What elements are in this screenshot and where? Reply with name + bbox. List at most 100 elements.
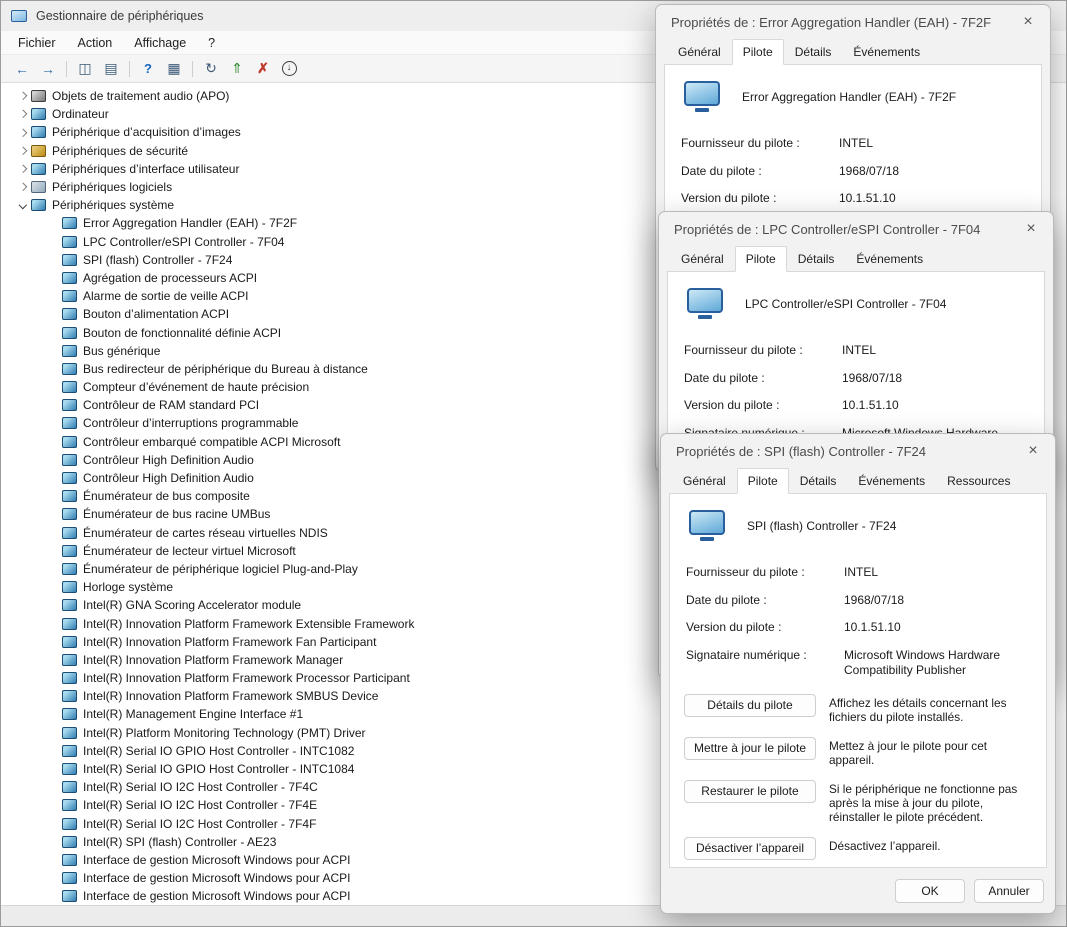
- tree-item-label: Intel(R) Innovation Platform Framework P…: [83, 671, 410, 685]
- system-device-icon: [62, 872, 77, 884]
- tab-evenements[interactable]: Événements: [842, 39, 931, 65]
- chevron-right-icon[interactable]: [14, 111, 31, 117]
- tree-item-label: Intel(R) Management Engine Interface #1: [83, 707, 303, 721]
- system-device-icon: [62, 217, 77, 229]
- desactiver-l-appareil-button[interactable]: Désactiver l’appareil: [684, 837, 816, 860]
- tab-details[interactable]: Détails: [784, 39, 843, 65]
- chevron-right-icon[interactable]: [14, 93, 31, 99]
- system-device-icon: [62, 654, 77, 666]
- details-du-pilote-button[interactable]: Détails du pilote: [684, 694, 816, 717]
- tab-evenements[interactable]: Événements: [847, 468, 936, 494]
- restaurer-le-pilote-button[interactable]: Restaurer le pilote: [684, 780, 816, 803]
- console-tree-icon[interactable]: ◫: [74, 58, 96, 80]
- system-device-icon: [62, 508, 77, 520]
- field-label: Fournisseur du pilote :: [686, 565, 836, 581]
- driver-actions: Détails du pilote Affichez les détails co…: [684, 694, 1032, 868]
- tree-item-label: Énumérateur de cartes réseau virtuelles …: [83, 526, 328, 540]
- tree-item-label: Bouton de fonctionnalité définie ACPI: [83, 326, 281, 340]
- forward-icon[interactable]: →: [37, 58, 59, 80]
- tree-item-label: Intel(R) Innovation Platform Framework F…: [83, 635, 376, 649]
- device-header: SPI (flash) Controller - 7F24: [684, 504, 1032, 559]
- system-device-icon: [62, 672, 77, 684]
- device-name: SPI (flash) Controller - 7F24: [747, 519, 896, 533]
- system-devices-icon: [31, 199, 46, 211]
- tab-general[interactable]: Général: [670, 246, 735, 272]
- chevron-down-icon[interactable]: [14, 202, 31, 208]
- tab-pilote[interactable]: Pilote: [732, 39, 784, 65]
- driver-tab-page: SPI (flash) Controller - 7F24 Fournisseu…: [669, 493, 1047, 868]
- driver-action-row: Mettre à jour le piloteMettez à jour le …: [684, 737, 1032, 768]
- ok-button[interactable]: OK: [895, 879, 965, 903]
- update-driver-icon[interactable]: ⇑: [226, 58, 248, 80]
- cancel-button[interactable]: Annuler: [974, 879, 1044, 903]
- dialog-title: Propriétés de : LPC Controller/eSPI Cont…: [674, 222, 980, 237]
- close-icon[interactable]: ×: [1019, 439, 1047, 463]
- uninstall-device-icon[interactable]: ✗: [252, 58, 274, 80]
- tree-item-label: LPC Controller/eSPI Controller - 7F04: [83, 235, 284, 249]
- tree-item-label: Énumérateur de périphérique logiciel Plu…: [83, 562, 358, 576]
- back-icon[interactable]: ←: [11, 58, 33, 80]
- menu-action[interactable]: Action: [67, 34, 124, 52]
- tree-item-label: Périphériques de sécurité: [52, 144, 188, 158]
- system-device-icon: [62, 527, 77, 539]
- tree-item-label: SPI (flash) Controller - 7F24: [83, 253, 232, 267]
- tab-general[interactable]: Général: [672, 468, 737, 494]
- driver-fields: Fournisseur du pilote :INTELDate du pilo…: [684, 559, 1032, 681]
- driver-action-description: Désactivez l’appareil.: [829, 837, 940, 853]
- tab-ressources[interactable]: Ressources: [936, 468, 1021, 494]
- tab-pilote[interactable]: Pilote: [735, 246, 787, 272]
- chevron-right-icon[interactable]: [14, 184, 31, 190]
- field-label: Fournisseur du pilote :: [684, 343, 834, 359]
- tab-details[interactable]: Détails: [789, 468, 848, 494]
- field-label: Version du pilote :: [686, 620, 836, 636]
- disable-device-icon[interactable]: ↓: [278, 58, 300, 80]
- toolbar-separator: [192, 61, 193, 77]
- field-label: Version du pilote :: [681, 191, 831, 207]
- menu-affichage[interactable]: Affichage: [123, 34, 197, 52]
- tab-details[interactable]: Détails: [787, 246, 846, 272]
- tab-evenements[interactable]: Événements: [845, 246, 934, 272]
- export-list-icon[interactable]: ▤: [100, 58, 122, 80]
- field-label: Date du pilote :: [681, 164, 831, 180]
- tree-item-label: Horloge système: [83, 580, 173, 594]
- tree-item-label: Intel(R) Innovation Platform Framework M…: [83, 653, 343, 667]
- driver-action-description: Si le périphérique ne fonctionne pas apr…: [829, 780, 1032, 825]
- driver-action-row: Restaurer le pilote Si le périphérique ne…: [684, 780, 1032, 825]
- tab-general[interactable]: Général: [667, 39, 732, 65]
- system-device-icon: [62, 236, 77, 248]
- chevron-right-icon[interactable]: [14, 130, 31, 136]
- help-icon[interactable]: ?: [137, 58, 159, 80]
- dialog-title: Propriétés de : SPI (flash) Controller -…: [676, 444, 926, 459]
- menu-item[interactable]: ?: [197, 34, 226, 52]
- system-device-icon: [62, 381, 77, 393]
- field-value: 10.1.51.10: [844, 620, 1030, 636]
- driver-action-row: Désactiver l’appareil Désactivez l’appare…: [684, 837, 1032, 860]
- device-header: Error Aggregation Handler (EAH) - 7F2F: [679, 75, 1027, 130]
- field-value: Microsoft Windows Hardware Compatibility…: [844, 648, 1030, 679]
- mettre-a-jour-le-pilote-button[interactable]: Mettre à jour le pilote: [684, 737, 816, 760]
- chevron-right-icon[interactable]: [14, 166, 31, 172]
- scan-hardware-changes-icon[interactable]: ↻: [200, 58, 222, 80]
- system-device-icon: [62, 545, 77, 557]
- close-icon[interactable]: ×: [1014, 10, 1042, 34]
- tree-item-label: Énumérateur de lecteur virtuel Microsoft: [83, 544, 296, 558]
- menu-fichier[interactable]: Fichier: [7, 34, 67, 52]
- system-device-icon: [62, 399, 77, 411]
- properties-icon[interactable]: ▦: [163, 58, 185, 80]
- system-device-icon: [62, 836, 77, 848]
- system-device-icon: [62, 563, 77, 575]
- system-device-icon: [62, 272, 77, 284]
- close-icon[interactable]: ×: [1017, 217, 1045, 241]
- driver-action-description: Affichez les détails concernant les fich…: [829, 694, 1032, 725]
- device-manager-icon: [11, 10, 27, 22]
- field-value: INTEL: [839, 136, 1025, 152]
- chevron-right-icon[interactable]: [14, 148, 31, 154]
- system-device-icon: [62, 472, 77, 484]
- dialog-footer: OK Annuler: [661, 868, 1055, 913]
- tree-item-label: Périphériques logiciels: [52, 180, 172, 194]
- system-device-icon: [62, 345, 77, 357]
- tree-item-label: Contrôleur High Definition Audio: [83, 471, 254, 485]
- tab-pilote[interactable]: Pilote: [737, 468, 789, 494]
- tree-item-label: Contrôleur d’interruptions programmable: [83, 416, 298, 430]
- software-devices-icon: [31, 181, 46, 193]
